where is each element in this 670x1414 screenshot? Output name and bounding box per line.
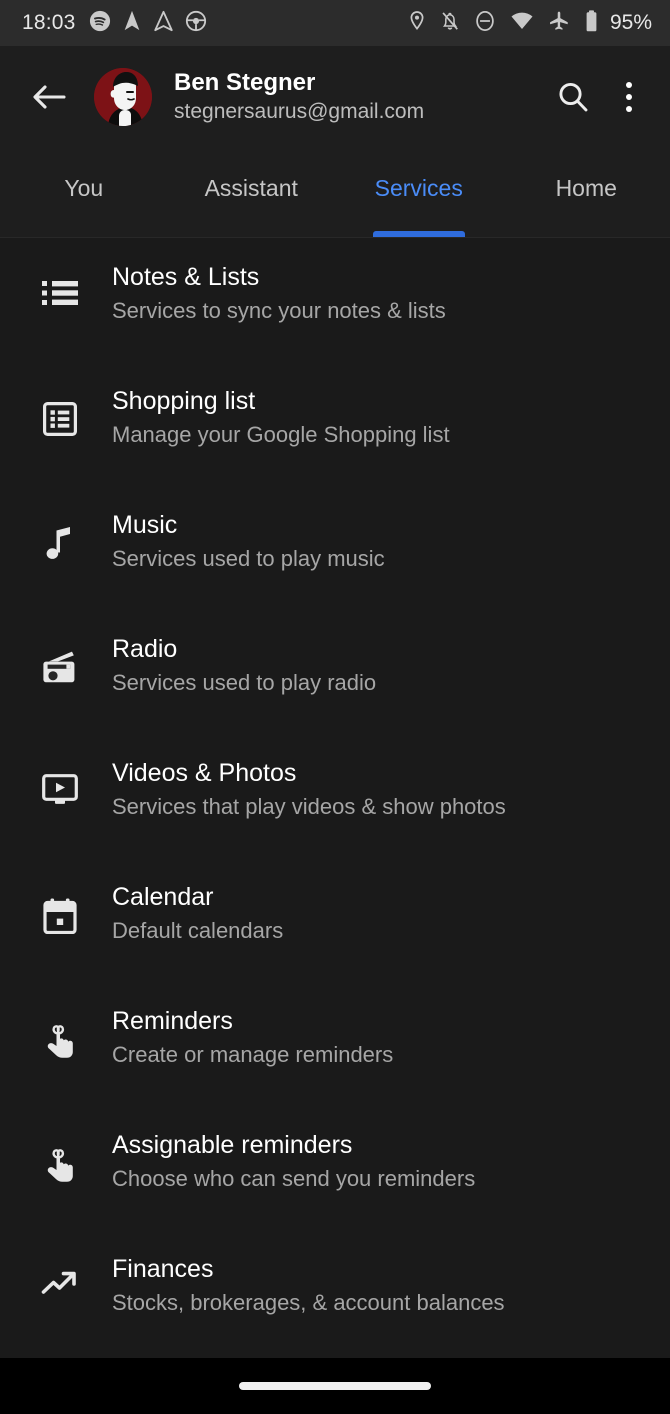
reminder-finger-icon [38,1146,82,1184]
wifi-icon [510,11,534,36]
avatar[interactable] [94,68,152,126]
list-item-title: Radio [112,635,178,663]
overflow-menu-button[interactable] [612,72,646,122]
phone-screen: 18:03 95% Ben Stegner stegnersaurus@gmai… [0,0,670,1414]
battery-percentage: 95% [609,11,652,34]
tab-you[interactable]: You [0,148,168,237]
status-bar: 18:03 95% [0,0,670,46]
video-player-icon [38,774,82,806]
list-item-subtitle: Choose who can send you reminders [112,1166,476,1191]
services-list[interactable]: Notes & Lists Services to sync your note… [0,238,670,1358]
list-item-text: Videos & Photos Services that play video… [112,756,646,824]
tab-label: Services [374,175,463,201]
list-item-text: Assignable reminders Choose who can send… [112,1128,646,1196]
list-item-radio[interactable]: Radio Services used to play radio [0,610,670,734]
list-item-calendar[interactable]: Calendar Default calendars [0,858,670,982]
radio-icon [38,650,82,684]
list-item-subtitle: Services to sync your notes & lists [112,298,446,323]
status-time: 18:03 [22,11,76,34]
list-item-videos-and-photos[interactable]: Videos & Photos Services that play video… [0,734,670,858]
list-item-text: Reminders Create or manage reminders [112,1004,646,1072]
list-item-subtitle: Stocks, brokerages, & account balances [112,1290,505,1315]
navigation-arrow-icon [122,10,142,37]
list-item-shopping-list[interactable]: Shopping list Manage your Google Shoppin… [0,362,670,486]
list-item-subtitle: Services used to play music [112,546,385,571]
avatar-illustration-icon [94,68,152,126]
list-item-assignable-reminders[interactable]: Assignable reminders Choose who can send… [0,1106,670,1230]
list-item-title: Finances [112,1255,214,1283]
app-bar: Ben Stegner stegnersaurus@gmail.com [0,46,670,148]
list-item-subtitle: Create or manage reminders [112,1042,394,1067]
notifications-muted-icon [440,10,460,37]
search-button[interactable] [548,72,598,122]
list-item-notes-and-lists[interactable]: Notes & Lists Services to sync your note… [0,238,670,362]
search-icon [559,82,588,112]
back-button[interactable] [26,74,72,120]
tab-label: Assistant [204,175,298,201]
list-item-finances[interactable]: Finances Stocks, brokerages, & account b… [0,1230,670,1354]
tab-services[interactable]: Services [335,148,503,237]
home-gesture-pill[interactable] [239,1382,431,1390]
tab-assistant[interactable]: Assistant [168,148,336,237]
list-item-text: Calendar Default calendars [112,880,646,948]
airplane-mode-icon [548,10,570,37]
account-info[interactable]: Ben Stegner stegnersaurus@gmail.com [174,68,548,126]
account-name: Ben Stegner [174,69,316,96]
driving-mode-icon [185,10,207,37]
list-item-subtitle: Services that play videos & show photos [112,794,506,819]
battery-icon [584,9,599,38]
list-item-title: Notes & Lists [112,263,260,291]
list-item-explore[interactable]: Explore [0,1354,670,1358]
tab-label: Home [555,175,617,201]
tab-bar: You Assistant Services Home [0,148,670,238]
list-item-text: Radio Services used to play radio [112,632,646,700]
tab-label: You [64,175,104,201]
music-note-icon [38,526,82,562]
back-arrow-icon [33,85,66,109]
list-item-title: Music [112,511,178,539]
list-item-subtitle: Default calendars [112,918,284,943]
list-item-text: Notes & Lists Services to sync your note… [112,260,646,328]
active-tab-indicator [372,231,465,237]
trending-up-icon [38,1270,82,1298]
list-item-music[interactable]: Music Services used to play music [0,486,670,610]
list-item-title: Calendar [112,883,214,911]
do-not-disturb-icon [474,10,496,37]
list-item-title: Reminders [112,1007,233,1035]
list-item-title: Assignable reminders [112,1131,353,1159]
tab-home[interactable]: Home [503,148,670,237]
list-item-subtitle: Services used to play radio [112,670,377,695]
location-pin-icon [408,10,426,37]
list-item-subtitle: Manage your Google Shopping list [112,422,450,447]
list-bulleted-icon [38,278,82,308]
gesture-navigation-bar [0,1358,670,1414]
list-item-title: Videos & Photos [112,759,297,787]
list-item-text: Shopping list Manage your Google Shoppin… [112,384,646,452]
list-item-text: Music Services used to play music [112,508,646,576]
list-item-title: Shopping list [112,387,256,415]
list-item-text: Finances Stocks, brokerages, & account b… [112,1252,646,1320]
list-item-reminders[interactable]: Reminders Create or manage reminders [0,982,670,1106]
status-bar-left: 18:03 [22,10,207,37]
account-email: stegnersaurus@gmail.com [174,100,425,123]
android-auto-icon [153,10,174,37]
status-bar-right: 95% [408,9,652,38]
more-vertical-icon [626,82,632,112]
calendar-icon [38,898,82,934]
list-alt-icon [38,402,82,436]
spotify-icon [89,10,111,37]
reminder-finger-icon [38,1022,82,1060]
